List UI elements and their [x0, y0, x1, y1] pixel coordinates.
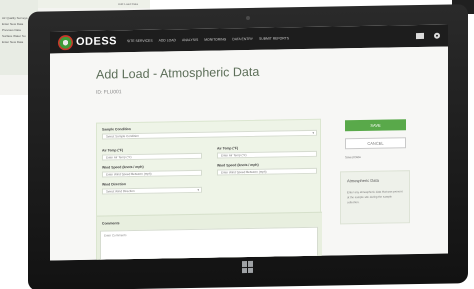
air-temp-low-placeholder: Enter Air Temp (°F) [106, 155, 132, 160]
air-temp-high-label: Air Temp (°F) [217, 146, 239, 151]
help-panel-title: Atmospheric Data [347, 177, 379, 184]
comments-textarea[interactable]: Enter Comments [100, 226, 318, 261]
logo[interactable]: ODESS [58, 34, 117, 50]
comments-label: Comments [102, 221, 120, 226]
wind-speed-high-input[interactable]: Enter Wind Speed Between (mph) [217, 167, 317, 176]
nav-item-monitoring[interactable]: Monitoring [204, 37, 226, 41]
page-subtitle: ID: FLU001 [96, 89, 122, 96]
sample-condition-select[interactable]: Select Sample Condition ▾ [102, 129, 317, 140]
wind-speed-high-placeholder: Enter Wind Speed Between (mph) [221, 169, 267, 175]
cancel-button[interactable]: CANCEL [345, 137, 406, 150]
camera-icon [246, 15, 250, 21]
wind-direction-label: Wind Direction [102, 182, 126, 187]
windows-logo-icon[interactable] [242, 260, 254, 274]
help-panel: Atmospheric Data Enter any atmospheric d… [340, 170, 410, 225]
nav-item-site-services[interactable]: Site Services [127, 39, 153, 43]
tablet-device: ODESS Site Services Add Load Analysis Mo… [28, 4, 468, 289]
wind-speed-low-placeholder: Enter Wind Speed Between (mph) [106, 171, 152, 177]
windows-logo-pane [248, 267, 253, 273]
chevron-down-icon: ▾ [312, 130, 314, 135]
wind-speed-low-input[interactable]: Enter Wind Speed Between (mph) [102, 169, 202, 178]
sample-condition-value: Select Sample Condition [106, 133, 139, 139]
tablet-screen: ODESS Site Services Add Load Analysis Mo… [50, 24, 448, 261]
wind-direction-select[interactable]: Select Wind Direction ▾ [102, 186, 202, 195]
chevron-down-icon: ▾ [197, 187, 199, 192]
comments-placeholder: Enter Comments [104, 233, 127, 238]
page-title: Add Load - Atmospheric Data [96, 64, 260, 82]
save-info-text: Saved Data [345, 155, 361, 160]
logo-text: ODESS [76, 35, 118, 49]
air-temp-low-label: Air Temp (°F) [102, 148, 124, 153]
sample-condition-label: Sample Condition [102, 127, 131, 132]
windows-logo-pane [242, 267, 247, 274]
wind-speed-high-label: Wind Speed (knots / mph) [217, 162, 259, 168]
background-top-strip: Add Load Data [38, 0, 150, 8]
wind-speed-low-label: Wind Speed (knots / mph) [102, 164, 144, 170]
air-temp-low-input[interactable]: Enter Air Temp (°F) [102, 152, 202, 161]
nav-item-data-entry[interactable]: Data Entry [232, 37, 253, 41]
header-icons [416, 32, 440, 40]
save-button[interactable]: SAVE [345, 119, 406, 132]
main-nav: Site Services Add Load Analysis Monitori… [127, 36, 295, 43]
help-panel-text: Enter any atmospheric data that was pres… [347, 189, 403, 205]
air-temp-high-placeholder: Enter Air Temp (°F) [221, 153, 247, 158]
logo-shield-icon [58, 34, 73, 50]
mail-icon[interactable] [416, 32, 424, 40]
windows-logo-pane [248, 260, 253, 267]
wind-direction-value: Select Wind Direction [106, 188, 135, 194]
windows-logo-pane [242, 261, 247, 267]
atmospheric-form: Sample Condition Select Sample Condition… [96, 118, 322, 261]
nav-item-submit-reports[interactable]: Submit Reports [259, 36, 289, 41]
comments-section: Comments Enter Comments [97, 211, 322, 261]
main-content: Add Load - Atmospheric Data ID: FLU001 S… [50, 46, 448, 261]
air-temp-high-input[interactable]: Enter Air Temp (°F) [217, 150, 317, 159]
nav-item-analysis[interactable]: Analysis [182, 38, 198, 42]
gear-icon[interactable] [434, 32, 440, 39]
nav-item-add-load[interactable]: Add Load [159, 38, 176, 42]
background-top-strip-text: Add Load Data [118, 2, 139, 6]
